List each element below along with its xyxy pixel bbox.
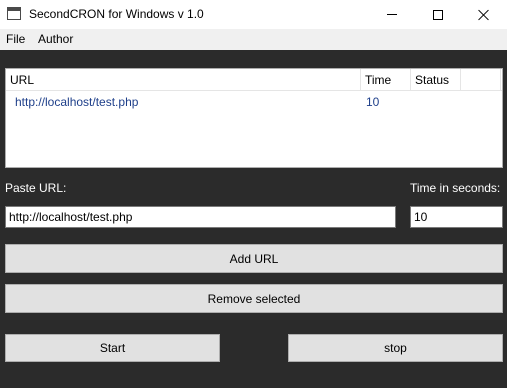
column-header-time[interactable]: Time (361, 69, 411, 91)
list-item-time: 10 (366, 95, 380, 109)
maximize-button[interactable] (415, 0, 461, 29)
close-icon (478, 9, 490, 21)
menu-file[interactable]: File (6, 32, 25, 46)
list-item-url: http://localhost/test.php (15, 95, 139, 109)
minimize-button[interactable] (369, 0, 415, 29)
minimize-icon (387, 14, 397, 15)
add-url-button[interactable]: Add URL (5, 244, 503, 273)
menu-author[interactable]: Author (38, 32, 73, 46)
maximize-icon (433, 9, 443, 20)
app-window-icon (7, 7, 21, 20)
menu-bar: File Author (0, 29, 507, 50)
window-title: SecondCRON for Windows v 1.0 (29, 7, 204, 21)
start-button[interactable]: Start (5, 334, 220, 362)
url-list[interactable]: URL Time Status http://localhost/test.ph… (5, 68, 503, 168)
time-in-seconds-label: Time in seconds: (410, 181, 501, 195)
column-header-url[interactable]: URL (6, 69, 361, 91)
title-bar[interactable]: SecondCRON for Windows v 1.0 (0, 0, 507, 29)
column-header-filler (461, 69, 501, 91)
remove-selected-button[interactable]: Remove selected (5, 284, 503, 313)
time-input[interactable] (410, 206, 503, 228)
list-header: URL Time Status (6, 69, 502, 91)
paste-url-label: Paste URL: (5, 181, 67, 195)
close-button[interactable] (461, 0, 507, 29)
url-input[interactable] (5, 206, 396, 228)
column-header-status[interactable]: Status (411, 69, 461, 91)
stop-button[interactable]: stop (288, 334, 503, 362)
list-item[interactable]: http://localhost/test.php 10 (6, 93, 502, 111)
